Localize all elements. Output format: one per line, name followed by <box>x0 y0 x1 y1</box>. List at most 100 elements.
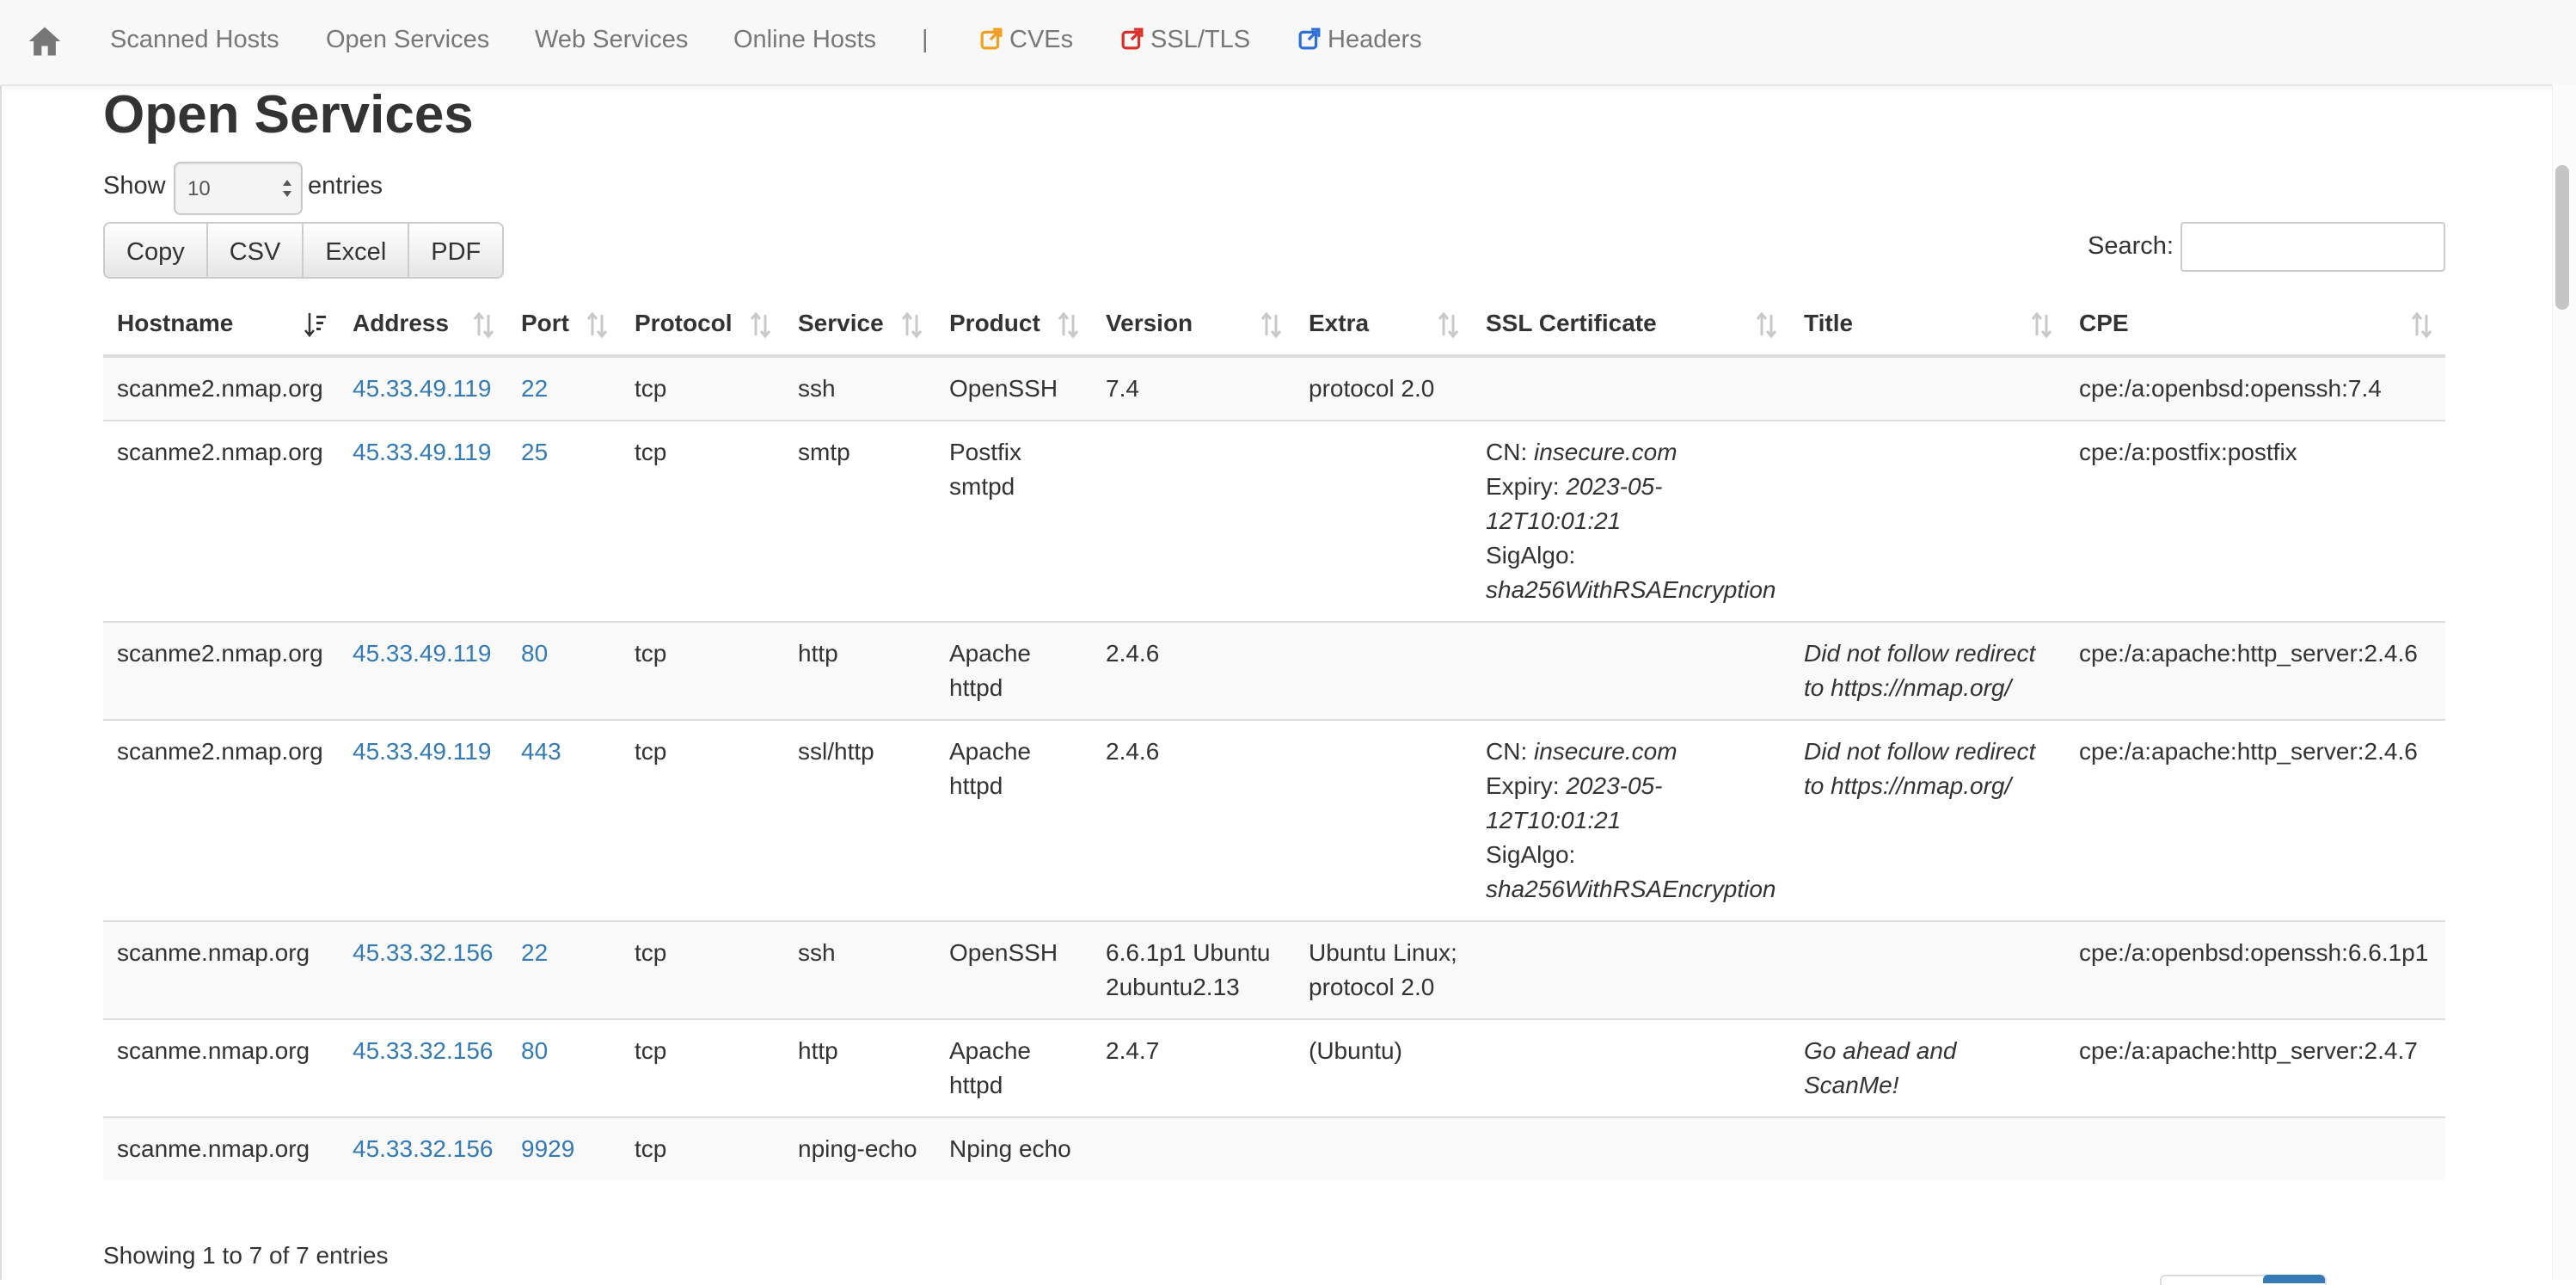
cell-extra: protocol 2.0 <box>1295 355 1472 421</box>
nav-link-headers-label: Headers <box>1328 26 1422 53</box>
address-value[interactable]: 45.33.32.156 <box>353 939 494 966</box>
cell-version: 2.4.6 <box>1092 621 1295 720</box>
port-value[interactable]: 80 <box>521 1037 548 1064</box>
cpe-value: cpe:/a:postfix:postfix <box>2079 439 2297 465</box>
service-value: http <box>798 1037 838 1064</box>
port-value[interactable]: 25 <box>521 439 548 465</box>
cell-version: 2.4.6 <box>1092 719 1295 921</box>
port-value[interactable]: 22 <box>521 939 548 966</box>
csv-button[interactable]: CSV <box>205 222 304 279</box>
extra-value: (Ubuntu) <box>1309 1037 1402 1064</box>
port-value[interactable]: 443 <box>521 738 561 765</box>
title-value: Did not follow redirect to https://nmap.… <box>1804 640 2036 701</box>
cell-service: smtp <box>784 420 935 622</box>
copy-button[interactable]: Copy <box>103 222 208 279</box>
nav-link-ssl-tls[interactable]: SSL/TLS <box>1121 26 1250 54</box>
nav-open-services[interactable]: Open Services <box>326 26 489 54</box>
search-input[interactable] <box>2180 222 2445 272</box>
col-protocol[interactable]: Protocol <box>621 292 784 358</box>
nav-online-hosts[interactable]: Online Hosts <box>733 26 876 54</box>
cell-product: OpenSSH <box>935 920 1092 1019</box>
nav-scanned-hosts[interactable]: Scanned Hosts <box>110 26 279 54</box>
sort-desc-icon <box>304 313 326 337</box>
port-value[interactable]: 9929 <box>521 1135 574 1162</box>
hostname-value: scanme.nmap.org <box>117 1135 310 1162</box>
cell-ssl-certificate: CN: insecure.com Expiry: 2023-05-12T10:01… <box>1472 420 1790 622</box>
col-address[interactable]: Address <box>339 292 507 358</box>
cell-ssl-certificate <box>1472 1018 1790 1117</box>
port-value[interactable]: 80 <box>521 640 548 667</box>
cell-title <box>1790 920 2065 1019</box>
nav-separator: | <box>922 26 929 53</box>
sort-both-icon <box>750 311 771 339</box>
cell-title: Go ahead and ScanMe! <box>1790 1018 2065 1117</box>
col-hostname[interactable]: Hostname <box>103 292 339 358</box>
cell-port: 9929 <box>507 1116 621 1180</box>
address-value[interactable]: 45.33.49.119 <box>353 439 491 465</box>
window-edge <box>0 0 2 1280</box>
nav-link-cves-label: CVEs <box>1009 26 1074 53</box>
cell-extra <box>1295 420 1472 622</box>
home-icon[interactable] <box>26 22 64 60</box>
scrollbar-thumb[interactable] <box>2555 165 2569 310</box>
cell-port: 443 <box>507 719 621 921</box>
cell-cpe: cpe:/a:apache:http_server:2.4.6 <box>2065 719 2445 921</box>
external-link-icon <box>1298 28 1321 50</box>
product-value: Apache httpd <box>949 738 1031 799</box>
col-port[interactable]: Port <box>507 292 621 358</box>
nav-web-services[interactable]: Web Services <box>535 26 688 54</box>
hostname-value: scanme.nmap.org <box>117 1037 310 1064</box>
excel-button[interactable]: Excel <box>302 222 410 279</box>
nav-link-cves[interactable]: CVEs <box>980 26 1073 54</box>
external-link-icon <box>1121 28 1144 50</box>
cell-service: ssh <box>784 355 935 421</box>
extra-value: Ubuntu Linux; protocol 2.0 <box>1309 939 1457 1000</box>
protocol-value: tcp <box>635 738 667 765</box>
cell-ssl-certificate <box>1472 1116 1790 1180</box>
col-service[interactable]: Service <box>784 292 935 358</box>
cell-extra: Ubuntu Linux; protocol 2.0 <box>1295 920 1472 1019</box>
cell-protocol: tcp <box>621 621 784 720</box>
col-cpe[interactable]: CPE <box>2065 292 2445 358</box>
cpe-value: cpe:/a:apache:http_server:2.4.6 <box>2079 640 2418 667</box>
entries-select-value: 10 <box>187 177 211 200</box>
protocol-value: tcp <box>635 939 667 966</box>
cell-hostname: scanme.nmap.org <box>103 1116 339 1180</box>
nav-link-headers[interactable]: Headers <box>1298 26 1422 54</box>
col-ssl-certificate[interactable]: SSL Certificate <box>1472 292 1790 358</box>
address-value[interactable]: 45.33.49.119 <box>353 640 491 667</box>
address-value[interactable]: 45.33.32.156 <box>353 1135 494 1162</box>
col-label: CPE <box>2079 310 2129 336</box>
cell-hostname: scanme2.nmap.org <box>103 719 339 921</box>
entries-select[interactable]: 10 <box>174 162 303 215</box>
cell-version: 2.4.7 <box>1092 1018 1295 1117</box>
service-value: nping-echo <box>798 1135 917 1162</box>
address-value[interactable]: 45.33.49.119 <box>353 738 491 765</box>
cell-port: 22 <box>507 355 621 421</box>
col-version[interactable]: Version <box>1092 292 1295 358</box>
show-label: Show <box>103 172 166 200</box>
product-value: OpenSSH <box>949 939 1058 966</box>
cell-cpe: cpe:/a:apache:http_server:2.4.7 <box>2065 1018 2445 1117</box>
version-value: 2.4.6 <box>1106 640 1160 667</box>
ssl-cn-value: insecure.com <box>1534 439 1677 465</box>
address-value[interactable]: 45.33.32.156 <box>353 1037 494 1064</box>
pdf-button[interactable]: PDF <box>408 222 505 279</box>
col-title[interactable]: Title <box>1790 292 2065 358</box>
cell-extra <box>1295 621 1472 720</box>
address-value[interactable]: 45.33.49.119 <box>353 375 491 402</box>
protocol-value: tcp <box>635 375 667 402</box>
pagination-active-page[interactable] <box>2263 1275 2325 1283</box>
table-info: Showing 1 to 7 of 7 entries <box>103 1242 389 1269</box>
cell-service: ssh <box>784 920 935 1019</box>
col-product[interactable]: Product <box>935 292 1092 358</box>
cell-product: Nping echo <box>935 1116 1092 1180</box>
col-extra[interactable]: Extra <box>1295 292 1472 358</box>
ssl-sigalgo-value: sha256WithRSAEncryption <box>1486 876 1776 902</box>
port-value[interactable]: 22 <box>521 375 548 402</box>
cell-version <box>1092 420 1295 622</box>
cell-ssl-certificate <box>1472 355 1790 421</box>
sort-both-icon <box>473 311 494 339</box>
cell-protocol: tcp <box>621 355 784 421</box>
service-value: smtp <box>798 439 850 465</box>
